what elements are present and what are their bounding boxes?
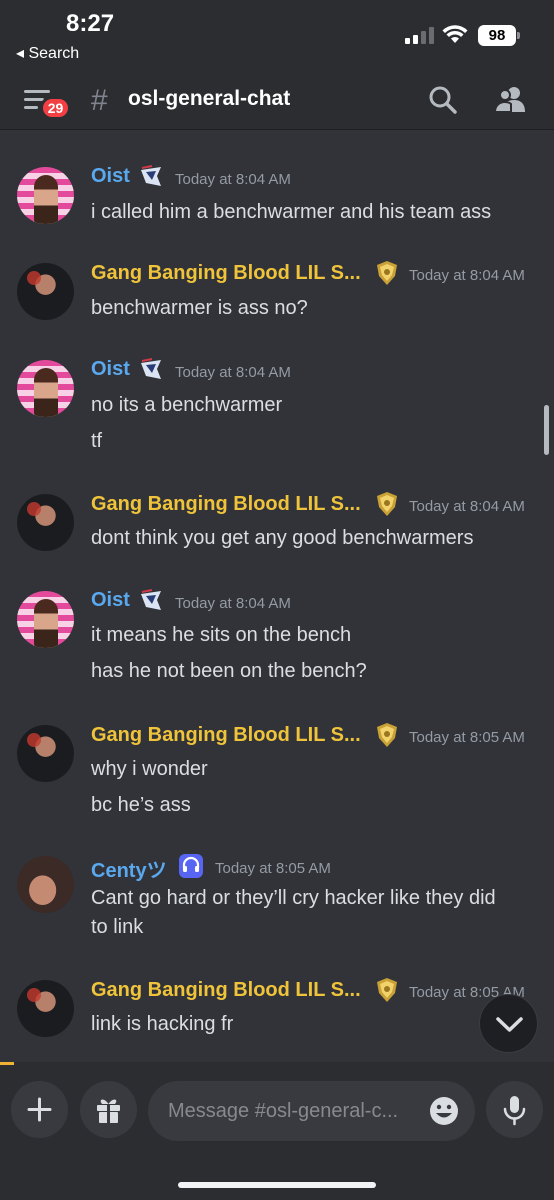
author-name[interactable]: Gang Banging Blood LIL S... [91,262,361,285]
author-name[interactable]: Oist [91,589,130,612]
message-text: tf [91,430,103,452]
cellular-signal-icon [405,26,434,44]
message-timestamp: Today at 8:04 AM [175,171,291,188]
message-text: no its a benchwarmer [91,394,283,416]
avatar[interactable] [17,725,74,782]
members-icon[interactable] [494,84,526,116]
home-indicator[interactable] [178,1182,376,1188]
chevron-down-icon [496,1017,523,1032]
message-text: bc he’s ass [91,794,191,816]
scrollbar[interactable] [544,405,549,455]
avatar[interactable] [17,494,74,551]
battery-level: 98 [478,25,516,46]
message-text: i called him a benchwarmer and his team … [91,201,492,223]
channel-title[interactable]: osl-general-chat [128,87,290,111]
message-text: dont think you get any good benchwarmers [91,527,474,549]
gift-icon [97,1099,120,1123]
message-text: link is hacking fr [91,1013,234,1035]
message-composer [0,1065,554,1200]
message-text: it means he sits on the bench [91,624,352,646]
status-bar: 8:27 ◂ Search 98 [0,0,554,70]
channel-header: 29 # osl-general-chat [0,70,554,130]
message-timestamp: Today at 8:04 AM [175,364,291,381]
avatar[interactable] [17,980,74,1037]
avatar[interactable] [17,856,74,913]
message-timestamp: Today at 8:04 AM [175,595,291,612]
gold-trophy-badge-icon [377,492,397,516]
message-text: to link [91,916,144,938]
avatar[interactable] [17,360,74,417]
message-text: why i wonder [91,758,208,780]
author-name[interactable]: Gang Banging Blood LIL S... [91,724,361,747]
message-timestamp: Today at 8:04 AM [409,267,525,284]
search-icon[interactable] [427,84,459,116]
avatar[interactable] [17,167,74,224]
author-name[interactable]: Oist [91,358,130,381]
notification-badge: 29 [40,96,71,120]
team-logo-icon [141,358,161,379]
team-logo-icon [141,165,161,186]
back-to-search-link[interactable]: ◂ Search [16,43,79,63]
emoji-icon[interactable] [428,1095,460,1127]
add-attachment-button[interactable] [11,1081,68,1138]
team-logo-icon [141,589,161,610]
author-name[interactable]: Gang Banging Blood LIL S... [91,979,361,1002]
gold-trophy-badge-icon [377,261,397,285]
jump-to-present-button[interactable] [479,994,538,1053]
gold-trophy-badge-icon [377,978,397,1002]
headset-badge-icon [179,854,203,878]
message-timestamp: Today at 8:04 AM [409,498,525,515]
wifi-icon [442,25,468,43]
gold-trophy-badge-icon [377,723,397,747]
author-name[interactable]: Gang Banging Blood LIL S... [91,493,361,516]
voice-message-button[interactable] [486,1081,543,1138]
avatar[interactable] [17,591,74,648]
message-timestamp: Today at 8:05 AM [215,860,331,877]
microphone-icon [503,1096,526,1126]
message-text: Cant go hard or they’ll cry hacker like … [91,887,496,909]
author-name[interactable]: Oist [91,165,130,188]
message-text: benchwarmer is ass no? [91,297,308,319]
message-text: has he not been on the bench? [91,660,367,682]
plus-icon [27,1097,52,1122]
author-name[interactable]: Centyツ [91,854,167,883]
status-time: 8:27 [66,10,115,37]
message-input[interactable] [148,1081,475,1141]
avatar[interactable] [17,263,74,320]
battery-tip [517,32,520,39]
gift-button[interactable] [80,1081,137,1138]
channel-hash-icon: # [91,84,108,117]
message-timestamp: Today at 8:05 AM [409,729,525,746]
